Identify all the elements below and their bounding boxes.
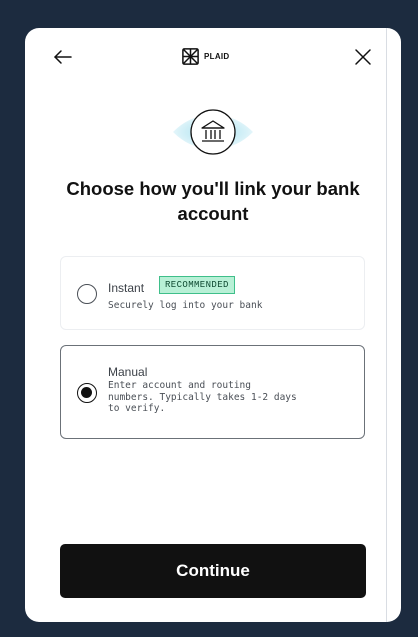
plaid-logo-icon — [182, 47, 199, 65]
recommended-badge: RECOMMENDED — [159, 276, 235, 294]
arrow-left-icon — [54, 50, 72, 64]
modal-header: PLAID — [25, 28, 401, 84]
option-manual-description: Enter account and routing numbers. Typic… — [108, 380, 297, 414]
close-button[interactable] — [350, 44, 376, 70]
radio-manual[interactable] — [77, 383, 97, 403]
continue-button[interactable]: Continue — [60, 544, 366, 598]
bank-icon — [173, 109, 253, 155]
radio-instant[interactable] — [77, 284, 97, 304]
brand-name: PLAID — [204, 51, 230, 61]
option-instant[interactable]: Instant RECOMMENDED Securely log into yo… — [60, 256, 365, 330]
option-instant-title: Instant — [108, 281, 145, 295]
option-manual[interactable]: Manual Enter account and routing numbers… — [60, 345, 365, 439]
link-modal: PLAID Choose how you'll link your bank a… — [25, 28, 401, 622]
modal-edge-line — [386, 28, 387, 622]
plaid-logo: PLAID — [181, 46, 230, 66]
close-icon — [355, 49, 371, 65]
bank-hero-illustration — [171, 104, 255, 160]
radio-selected-dot — [81, 387, 92, 398]
back-button[interactable] — [51, 44, 77, 70]
page-title: Choose how you'll link your bank account — [66, 178, 360, 224]
app-background: PLAID Choose how you'll link your bank a… — [0, 0, 418, 637]
option-manual-title: Manual — [108, 365, 148, 379]
option-instant-description: Securely log into your bank — [108, 300, 263, 311]
